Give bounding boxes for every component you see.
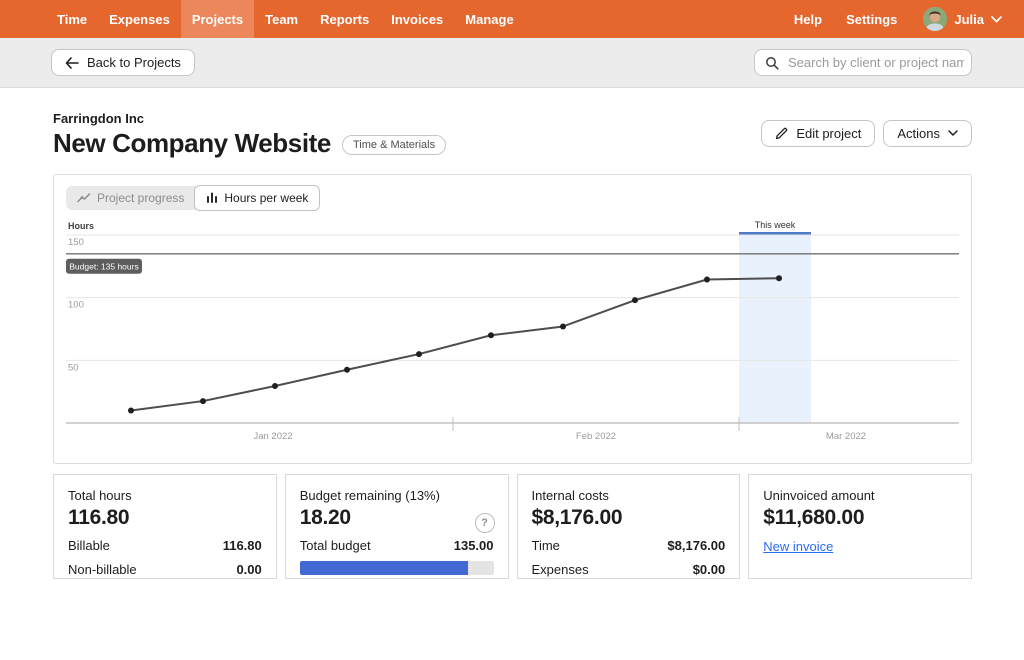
internal-costs-value: $8,176.00 (532, 506, 726, 530)
row-value: 116.80 (223, 538, 262, 554)
new-invoice-link[interactable]: New invoice (763, 539, 833, 554)
project-chart-card: Project progress Hours per week This wee… (53, 174, 972, 464)
back-arrow-icon (65, 57, 79, 69)
nav-item-expenses[interactable]: Expenses (98, 0, 181, 38)
nav-spacer (525, 0, 784, 38)
avatar (923, 7, 947, 31)
budget-progress-fill (300, 561, 469, 575)
nav-right: Help Settings Julia (784, 0, 1008, 38)
uninvoiced-amount-card: Uninvoiced amount $11,680.00 New invoice (748, 474, 972, 579)
internal-costs-card: Internal costs $8,176.00 Time $8,176.00 … (517, 474, 741, 579)
svg-text:150: 150 (68, 237, 84, 248)
svg-text:50: 50 (68, 362, 79, 373)
page-header: Farringdon Inc New Company Website Time … (53, 111, 972, 158)
total-hours-card: Total hours 116.80 Billable 116.80 Non-b… (53, 474, 277, 579)
nav-item-invoices[interactable]: Invoices (380, 0, 454, 38)
tab-hours-per-week-label: Hours per week (224, 191, 308, 205)
top-nav: Time Expenses Projects Team Reports Invo… (0, 0, 1024, 38)
budget-progress-bar (300, 561, 494, 575)
row-value: $0.00 (693, 562, 726, 578)
nav-item-help[interactable]: Help (784, 12, 832, 27)
row-label: Non-billable (68, 562, 137, 578)
project-progress-chart: This week 150 100 50 Hours Budget: 135 hours J… (54, 175, 973, 465)
search-icon (765, 56, 779, 70)
billable-row: Billable 116.80 (68, 538, 262, 554)
nav-item-settings[interactable]: Settings (836, 12, 907, 27)
row-label: Total budget (300, 538, 371, 554)
main-content: Farringdon Inc New Company Website Time … (0, 111, 1024, 579)
nav-item-reports[interactable]: Reports (309, 0, 380, 38)
svg-text:Hours: Hours (68, 221, 94, 231)
page-title: New Company Website (53, 129, 331, 158)
edit-project-button[interactable]: Edit project (761, 120, 875, 147)
sub-bar: Back to Projects (0, 38, 1024, 88)
client-name: Farringdon Inc (53, 111, 446, 126)
pencil-icon (775, 127, 788, 140)
card-title: Budget remaining (13%) (300, 488, 494, 503)
row-label: Billable (68, 538, 110, 554)
edit-project-label: Edit project (796, 126, 861, 141)
chevron-down-icon (948, 130, 958, 137)
non-billable-row: Non-billable 0.00 (68, 562, 262, 578)
uninvoiced-amount-value: $11,680.00 (763, 506, 957, 530)
svg-text:Budget: 135 hours: Budget: 135 hours (69, 261, 138, 271)
svg-text:Mar 2022: Mar 2022 (826, 431, 866, 442)
user-name: Julia (954, 12, 984, 27)
header-actions: Edit project Actions (761, 120, 972, 147)
svg-text:Jan 2022: Jan 2022 (253, 431, 292, 442)
expenses-cost-row: Expenses $0.00 (532, 562, 726, 578)
actions-label: Actions (897, 126, 940, 141)
row-label: Time (532, 538, 560, 554)
line-chart-icon (77, 193, 91, 203)
row-value: 0.00 (236, 562, 261, 578)
tab-project-progress-label: Project progress (97, 191, 184, 205)
main-menu: Time Expenses Projects Team Reports Invo… (46, 0, 525, 38)
svg-text:This week: This week (755, 220, 796, 230)
project-type-badge: Time & Materials (342, 135, 446, 155)
back-to-projects-button[interactable]: Back to Projects (51, 49, 195, 76)
row-value: $8,176.00 (667, 538, 725, 554)
time-cost-row: Time $8,176.00 (532, 538, 726, 554)
help-icon[interactable]: ? (475, 513, 495, 533)
row-value: 135.00 (454, 538, 494, 554)
bar-chart-icon (206, 192, 218, 203)
tab-project-progress[interactable]: Project progress (66, 186, 195, 210)
card-title: Total hours (68, 488, 262, 503)
tab-hours-per-week[interactable]: Hours per week (194, 185, 320, 211)
nav-item-time[interactable]: Time (46, 0, 98, 38)
chevron-down-icon (991, 16, 1002, 23)
nav-item-projects[interactable]: Projects (181, 0, 254, 38)
budget-remaining-card: Budget remaining (13%) 18.20 ? Total bud… (285, 474, 509, 579)
total-budget-row: Total budget 135.00 (300, 538, 494, 554)
budget-remaining-value: 18.20 (300, 506, 494, 530)
card-title: Uninvoiced amount (763, 488, 957, 503)
project-search[interactable] (754, 49, 972, 76)
chart-view-toggle: Project progress Hours per week (66, 186, 319, 210)
actions-button[interactable]: Actions (883, 120, 972, 147)
user-menu[interactable]: Julia (911, 7, 1008, 31)
svg-text:100: 100 (68, 299, 84, 310)
back-button-label: Back to Projects (87, 55, 181, 70)
nav-item-manage[interactable]: Manage (454, 0, 524, 38)
svg-text:Feb 2022: Feb 2022 (576, 431, 616, 442)
project-heading: Farringdon Inc New Company Website Time … (53, 111, 446, 158)
nav-item-team[interactable]: Team (254, 0, 309, 38)
row-label: Expenses (532, 562, 589, 578)
summary-cards: Total hours 116.80 Billable 116.80 Non-b… (53, 474, 972, 579)
card-title: Internal costs (532, 488, 726, 503)
total-hours-value: 116.80 (68, 506, 262, 530)
search-input[interactable] (786, 54, 966, 71)
